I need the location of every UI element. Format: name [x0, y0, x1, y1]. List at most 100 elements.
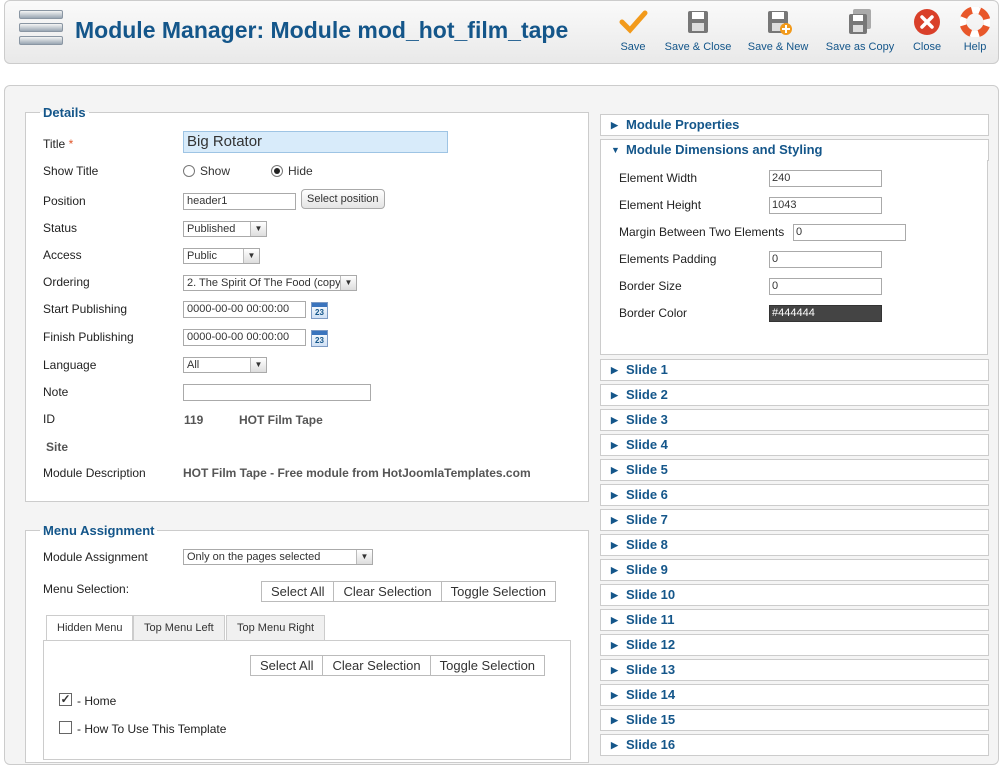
chevron-down-icon: ▼	[250, 358, 266, 372]
help-button[interactable]: Help	[959, 7, 991, 59]
module-assignment-select[interactable]: Only on the pages selected ▼	[183, 549, 373, 565]
save-new-label: Save & New	[747, 41, 809, 53]
save-new-button[interactable]: Save & New	[746, 7, 810, 59]
start-publishing-input[interactable]: 0000-00-00 00:00:00	[183, 301, 306, 318]
select-position-button[interactable]: Select position	[301, 189, 385, 209]
header-bar: Module Manager: Module mod_hot_film_tape…	[4, 0, 999, 64]
tab-top-menu-left[interactable]: Top Menu Left	[133, 615, 225, 641]
border-color-label: Border Color	[619, 306, 688, 320]
help-label: Help	[963, 41, 987, 53]
slide-pane-6[interactable]: ▶ Slide 6	[600, 484, 989, 506]
module-properties-pane[interactable]: ▶ Module Properties	[600, 114, 989, 136]
calendar-icon[interactable]: 23	[311, 302, 328, 319]
ordering-select[interactable]: 2. The Spirit Of The Food (copy) ▼	[183, 275, 357, 291]
triangle-right-icon: ▶	[611, 740, 618, 750]
triangle-right-icon: ▶	[611, 415, 618, 425]
elements-padding-input[interactable]: 0	[769, 251, 882, 268]
status-label: Status	[43, 221, 78, 235]
module-assignment-label: Module Assignment	[43, 550, 148, 564]
triangle-right-icon: ▶	[611, 390, 618, 400]
menu-item-how-to-use: - How To Use This Template	[77, 722, 227, 736]
toggle-selection-button[interactable]: Toggle Selection	[431, 656, 544, 675]
menu-assignment-legend: Menu Assignment	[43, 523, 155, 538]
id-label: ID	[43, 412, 55, 426]
hide-radio[interactable]	[271, 165, 283, 177]
slide-pane-16[interactable]: ▶ Slide 16	[600, 734, 989, 756]
details-legend: Details	[43, 105, 86, 120]
required-mark: *	[68, 137, 74, 151]
save-button[interactable]: Save	[614, 7, 652, 59]
slide-pane-label: Slide 5	[626, 462, 668, 477]
checkmark-icon	[619, 10, 648, 34]
slide-pane-7[interactable]: ▶ Slide 7	[600, 509, 989, 531]
chevron-down-icon: ▼	[340, 276, 356, 290]
select-all-button[interactable]: Select All	[251, 656, 324, 675]
finish-publishing-input[interactable]: 0000-00-00 00:00:00	[183, 329, 306, 346]
slide-pane-9[interactable]: ▶ Slide 9	[600, 559, 989, 581]
toggle-selection-button[interactable]: Toggle Selection	[442, 582, 555, 601]
close-button[interactable]: Close	[909, 7, 945, 59]
slide-pane-2[interactable]: ▶ Slide 2	[600, 384, 989, 406]
floppy-disk-icon	[688, 11, 708, 33]
note-input[interactable]	[183, 384, 371, 401]
show-title-hide-option[interactable]: Hide	[271, 164, 313, 178]
slide-pane-4[interactable]: ▶ Slide 4	[600, 434, 989, 456]
slide-pane-11[interactable]: ▶ Slide 11	[600, 609, 989, 631]
module-description-value: HOT Film Tape - Free module from HotJoom…	[183, 466, 531, 480]
clear-selection-button[interactable]: Clear Selection	[334, 582, 442, 601]
slide-pane-label: Slide 16	[626, 737, 676, 752]
slide-pane-label: Slide 13	[626, 662, 676, 677]
chevron-down-icon: ▼	[243, 249, 259, 263]
element-width-input[interactable]: 240	[769, 170, 882, 187]
close-icon	[914, 9, 940, 35]
position-input[interactable]: header1	[183, 193, 296, 210]
border-size-input[interactable]: 0	[769, 278, 882, 295]
title-input[interactable]: Big Rotator	[183, 131, 448, 153]
slide-pane-13[interactable]: ▶ Slide 13	[600, 659, 989, 681]
access-label: Access	[43, 248, 82, 262]
save-close-button[interactable]: Save & Close	[663, 7, 733, 59]
slide-pane-5[interactable]: ▶ Slide 5	[600, 459, 989, 481]
tab-top-menu-right[interactable]: Top Menu Right	[226, 615, 326, 641]
slide-pane-label: Slide 9	[626, 562, 668, 577]
triangle-right-icon: ▶	[611, 690, 618, 700]
access-select[interactable]: Public ▼	[183, 248, 260, 264]
floppy-disks-copy-icon	[849, 9, 871, 34]
select-all-button[interactable]: Select All	[262, 582, 335, 601]
home-checkbox[interactable]: ✓	[59, 693, 72, 706]
language-label: Language	[43, 358, 97, 372]
module-dimensions-pane[interactable]: ▼ Module Dimensions and Styling	[600, 139, 989, 161]
show-title-show-option[interactable]: Show	[183, 164, 230, 178]
slide-pane-label: Slide 14	[626, 687, 676, 702]
triangle-right-icon: ▶	[611, 465, 618, 475]
margin-input[interactable]: 0	[793, 224, 906, 241]
slide-pane-15[interactable]: ▶ Slide 15	[600, 709, 989, 731]
slide-pane-3[interactable]: ▶ Slide 3	[600, 409, 989, 431]
slide-pane-1[interactable]: ▶ Slide 1	[600, 359, 989, 381]
save-as-copy-button[interactable]: Save as Copy	[824, 7, 896, 59]
triangle-right-icon: ▶	[611, 640, 618, 650]
slide-pane-12[interactable]: ▶ Slide 12	[600, 634, 989, 656]
slide-pane-8[interactable]: ▶ Slide 8	[600, 534, 989, 556]
calendar-icon[interactable]: 23	[311, 330, 328, 347]
module-description-label: Module Description	[43, 466, 146, 480]
module-manager-logo-icon	[19, 10, 63, 54]
chevron-down-icon: ▼	[250, 222, 266, 236]
how-to-use-checkbox[interactable]	[59, 721, 72, 734]
show-radio[interactable]	[183, 165, 195, 177]
tab-hidden-menu[interactable]: Hidden Menu	[46, 615, 134, 642]
status-select[interactable]: Published ▼	[183, 221, 267, 237]
slide-pane-label: Slide 6	[626, 487, 668, 502]
slide-pane-label: Slide 2	[626, 387, 668, 402]
element-height-input[interactable]: 1043	[769, 197, 882, 214]
triangle-down-icon: ▼	[611, 145, 620, 155]
finish-publishing-label: Finish Publishing	[43, 330, 134, 344]
slide-pane-label: Slide 3	[626, 412, 668, 427]
language-select[interactable]: All ▼	[183, 357, 267, 373]
clear-selection-button[interactable]: Clear Selection	[323, 656, 431, 675]
close-label: Close	[912, 41, 942, 53]
slide-pane-label: Slide 12	[626, 637, 676, 652]
slide-pane-10[interactable]: ▶ Slide 10	[600, 584, 989, 606]
border-color-input[interactable]: #444444	[769, 305, 882, 322]
slide-pane-14[interactable]: ▶ Slide 14	[600, 684, 989, 706]
